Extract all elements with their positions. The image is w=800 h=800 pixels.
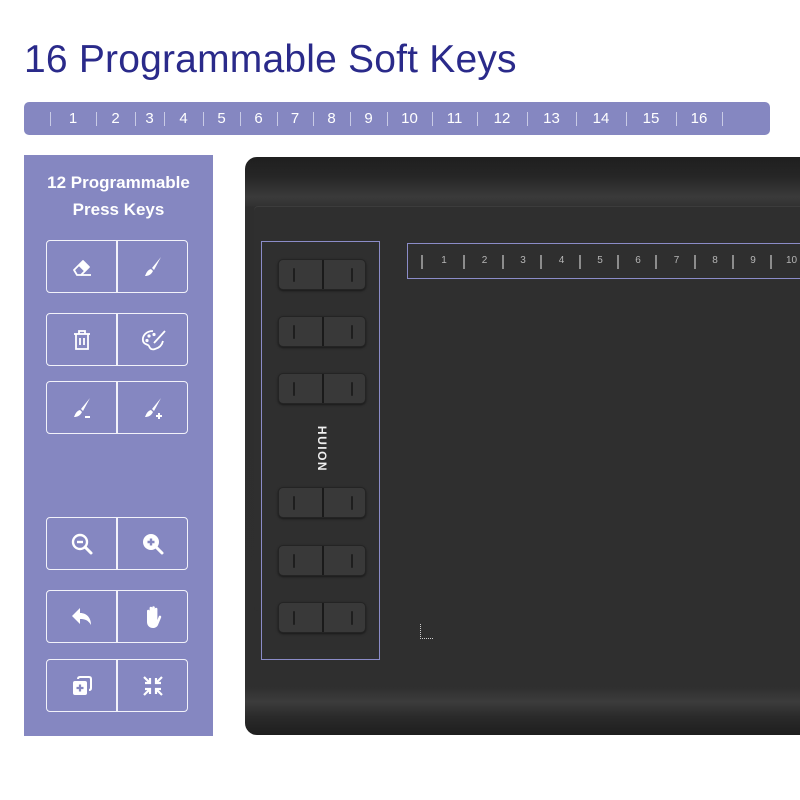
soft-key-1[interactable]: 1 <box>69 110 77 127</box>
hardware-key-row-2[interactable] <box>278 316 366 347</box>
tablet-soft-key-7[interactable]: 7 <box>674 255 680 266</box>
fit-screen-icon <box>142 675 163 696</box>
hardware-key-row-1[interactable] <box>278 259 366 290</box>
tablet-soft-key-4[interactable]: 4 <box>559 255 565 266</box>
soft-key-11[interactable]: 11 <box>447 110 463 127</box>
undo-key[interactable] <box>47 591 116 642</box>
tablet-soft-key-divider <box>770 255 772 269</box>
hardware-key-row-4[interactable] <box>278 487 366 518</box>
soft-key-divider <box>576 112 577 126</box>
palette-key[interactable] <box>116 314 187 365</box>
tablet-soft-key-5[interactable]: 5 <box>597 255 603 266</box>
tablet-soft-key-divider <box>502 255 504 269</box>
key-pair-2 <box>46 313 188 366</box>
soft-key-16[interactable]: 16 <box>691 110 708 127</box>
soft-key-2[interactable]: 2 <box>111 110 119 127</box>
soft-key-10[interactable]: 10 <box>401 110 418 127</box>
key-pair-4 <box>46 517 188 570</box>
key-pair-3 <box>46 381 188 434</box>
soft-key-4[interactable]: 4 <box>179 110 187 127</box>
brush-icon <box>144 256 161 276</box>
soft-key-divider <box>203 112 204 126</box>
soft-key-divider <box>477 112 478 126</box>
brush-larger-icon <box>144 397 162 419</box>
palette-icon <box>141 329 166 350</box>
eraser-key[interactable] <box>47 241 116 292</box>
soft-key-divider <box>350 112 351 126</box>
soft-key-6[interactable]: 6 <box>254 110 262 127</box>
tablet-soft-key-1[interactable]: 1 <box>441 255 447 266</box>
active-area-corner-marker <box>420 624 433 639</box>
soft-key-divider <box>722 112 723 126</box>
soft-key-15[interactable]: 15 <box>643 110 660 127</box>
brush-size-down-key[interactable] <box>47 382 116 433</box>
soft-key-divider <box>387 112 388 126</box>
brand-logo: HUION <box>315 425 329 473</box>
undo-icon <box>71 607 91 625</box>
eraser-icon <box>72 259 91 276</box>
soft-key-divider <box>240 112 241 126</box>
press-keys-title-line1: 12 Programmable <box>47 173 190 192</box>
tablet-soft-key-10[interactable]: 10 <box>786 255 797 266</box>
soft-key-divider <box>432 112 433 126</box>
tablet-soft-key-9[interactable]: 9 <box>750 255 756 266</box>
key-pair-5 <box>46 590 188 643</box>
soft-key-14[interactable]: 14 <box>593 110 610 127</box>
fit-screen-key[interactable] <box>116 660 187 711</box>
brush-smaller-icon <box>73 397 90 418</box>
soft-key-divider <box>313 112 314 126</box>
brush-size-up-key[interactable] <box>116 382 187 433</box>
tablet-soft-key-2[interactable]: 2 <box>482 255 488 266</box>
soft-key-divider <box>50 112 51 126</box>
soft-key-divider <box>164 112 165 126</box>
tablet-soft-key-6[interactable]: 6 <box>635 255 641 266</box>
zoom-in-key[interactable] <box>116 518 187 569</box>
press-keys-title-line2: Press Keys <box>72 200 165 219</box>
soft-key-divider <box>626 112 627 126</box>
soft-key-divider <box>277 112 278 126</box>
soft-key-9[interactable]: 9 <box>364 110 372 127</box>
hardware-key-row-3[interactable] <box>278 373 366 404</box>
press-keys-panel: 12 Programmable Press Keys <box>24 155 213 736</box>
zoom-out-key[interactable] <box>47 518 116 569</box>
tablet-soft-key-divider <box>655 255 657 269</box>
tablet-soft-key-3[interactable]: 3 <box>520 255 526 266</box>
tablet-soft-key-divider <box>732 255 734 269</box>
trash-icon <box>73 329 90 350</box>
soft-key-7[interactable]: 7 <box>291 110 299 127</box>
page-title: 16 Programmable Soft Keys <box>24 38 517 81</box>
soft-key-5[interactable]: 5 <box>217 110 225 127</box>
tablet-soft-key-8[interactable]: 8 <box>712 255 718 266</box>
new-layer-key[interactable] <box>47 660 116 711</box>
soft-key-3[interactable]: 3 <box>145 110 153 127</box>
new-layer-icon <box>72 675 92 695</box>
tablet-soft-key-divider <box>540 255 542 269</box>
key-pair-1 <box>46 240 188 293</box>
soft-key-8[interactable]: 8 <box>327 110 335 127</box>
tablet-soft-key-divider <box>617 255 619 269</box>
soft-keys-bar: 1 2 3 4 5 6 7 8 9 10 11 12 13 14 15 16 <box>24 102 770 135</box>
tablet-soft-key-divider <box>579 255 581 269</box>
soft-key-divider <box>676 112 677 126</box>
tablet-soft-keys-strip: 1 2 3 4 5 6 7 8 9 10 <box>407 243 800 279</box>
key-pair-6 <box>46 659 188 712</box>
press-keys-title: 12 Programmable Press Keys <box>24 169 213 223</box>
soft-key-divider <box>527 112 528 126</box>
tablet-soft-key-divider <box>463 255 465 269</box>
hardware-key-row-6[interactable] <box>278 602 366 633</box>
pan-key[interactable] <box>116 591 187 642</box>
soft-key-12[interactable]: 12 <box>494 110 511 127</box>
tablet-soft-key-divider <box>421 255 423 269</box>
tablet-soft-key-divider <box>694 255 696 269</box>
soft-key-13[interactable]: 13 <box>543 110 560 127</box>
zoom-in-icon <box>142 533 163 554</box>
zoom-out-icon <box>71 533 92 554</box>
soft-key-divider <box>96 112 97 126</box>
hand-icon <box>146 605 161 628</box>
hardware-key-row-5[interactable] <box>278 545 366 576</box>
brush-key[interactable] <box>116 241 187 292</box>
delete-key[interactable] <box>47 314 116 365</box>
soft-key-divider <box>135 112 136 126</box>
